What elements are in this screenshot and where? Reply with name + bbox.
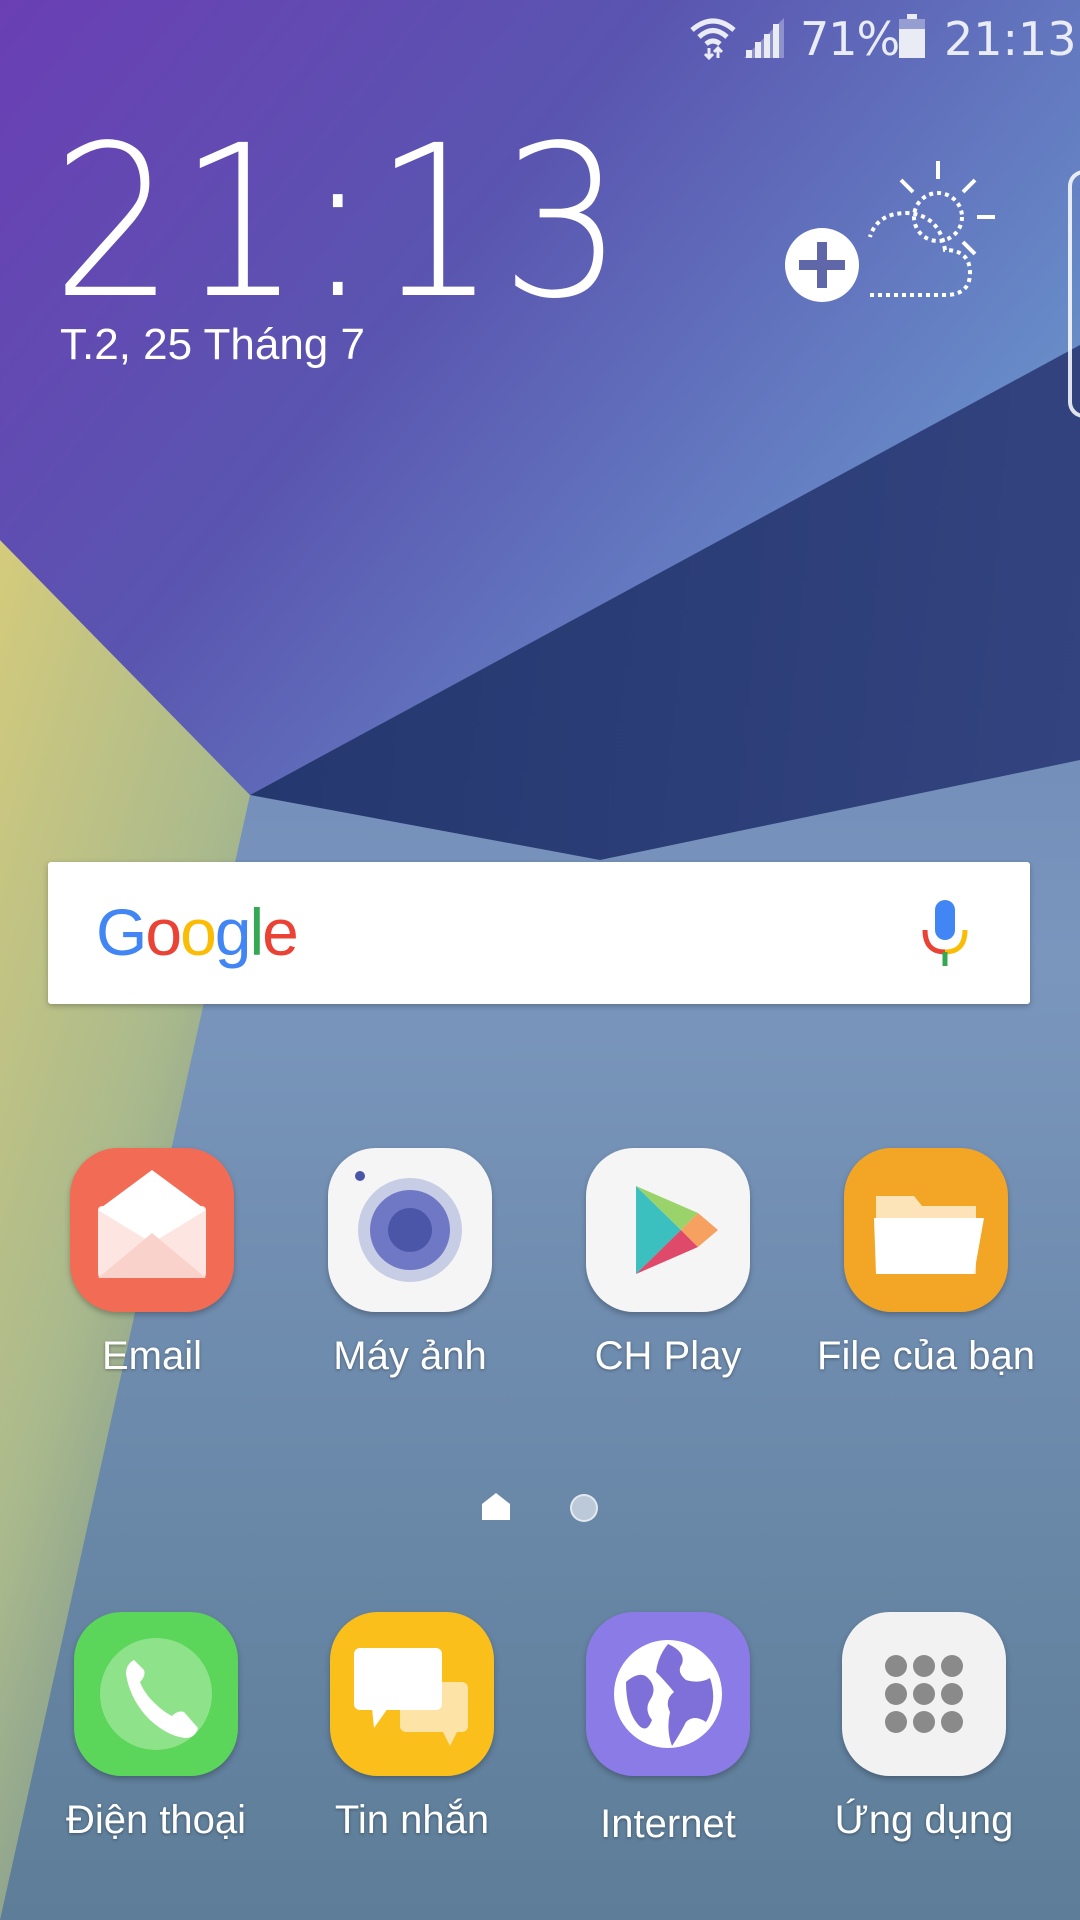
app-my-files[interactable]: File của bạn <box>796 1148 1056 1379</box>
play-store-icon <box>586 1148 750 1312</box>
microphone-icon[interactable] <box>920 900 970 968</box>
google-search-bar[interactable]: Google <box>48 862 1030 1004</box>
page-indicator-dot[interactable] <box>570 1494 598 1522</box>
app-label: File của bạn <box>817 1334 1035 1378</box>
app-email[interactable]: Email <box>22 1148 282 1379</box>
edge-panel-handle[interactable] <box>1068 170 1080 418</box>
messages-icon <box>330 1612 494 1776</box>
home-page-indicator-icon[interactable] <box>480 1490 512 1522</box>
app-camera[interactable]: Máy ảnh <box>280 1148 540 1379</box>
battery-percent: 71% <box>800 12 900 66</box>
app-label: Tin nhắn <box>334 1798 490 1842</box>
app-play-store[interactable]: CH Play <box>538 1148 798 1379</box>
clock-date: T.2, 25 Tháng 7 <box>60 320 365 369</box>
app-all-apps[interactable]: Ứng dụng <box>794 1612 1054 1843</box>
app-label: CH Play <box>594 1334 742 1378</box>
home-screen: 71% 21:13 21:13 T.2, 25 Tháng 7 Google E… <box>0 0 1080 1920</box>
app-label: Ứng dụng <box>834 1798 1014 1842</box>
globe-icon <box>586 1612 750 1776</box>
app-label: Email <box>101 1334 203 1378</box>
app-phone[interactable]: Điện thoại <box>26 1612 286 1843</box>
wifi-icon <box>690 18 736 60</box>
signal-icon <box>744 18 784 58</box>
app-label: Internet <box>600 1802 736 1846</box>
add-weather-button[interactable] <box>785 228 859 302</box>
weather-sun-cloud-icon[interactable] <box>835 155 1005 305</box>
camera-icon <box>328 1148 492 1312</box>
folder-icon <box>844 1148 1008 1312</box>
status-time: 21:13 <box>944 12 1077 66</box>
app-internet[interactable]: Internet <box>538 1612 798 1847</box>
app-label: Máy ảnh <box>333 1334 487 1378</box>
apps-grid-icon <box>842 1612 1006 1776</box>
battery-icon <box>899 14 925 58</box>
status-bar: 71% 21:13 <box>0 0 1080 76</box>
app-label: Điện thoại <box>65 1798 247 1842</box>
email-icon <box>70 1148 234 1312</box>
phone-icon <box>74 1612 238 1776</box>
google-logo: Google <box>96 895 299 969</box>
app-messages[interactable]: Tin nhắn <box>282 1612 542 1843</box>
clock-time[interactable]: 21:13 <box>52 118 627 328</box>
